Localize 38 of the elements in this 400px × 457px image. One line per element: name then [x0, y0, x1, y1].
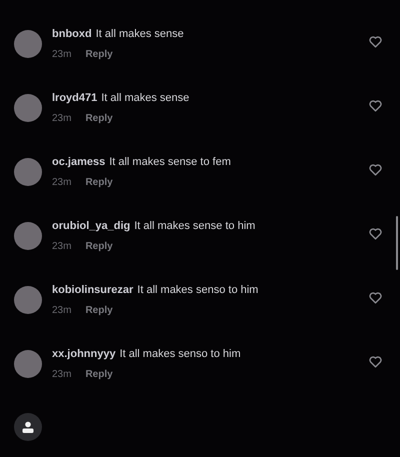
- avatar[interactable]: [14, 30, 42, 58]
- reply-link[interactable]: Reply: [85, 305, 113, 316]
- comment-time: 23m: [52, 49, 72, 60]
- comment-text: It all makes senso to him: [120, 348, 241, 360]
- username[interactable]: kobiolinsurezar: [52, 284, 134, 296]
- username[interactable]: orubiol_ya_dig: [52, 220, 130, 232]
- comment-text: It all makes sense: [96, 28, 184, 40]
- avatar[interactable]: [14, 158, 42, 186]
- comment-text: It all makes sense to fem: [109, 156, 231, 168]
- reply-link[interactable]: Reply: [85, 113, 113, 124]
- reply-link[interactable]: Reply: [85, 241, 113, 252]
- reply-link[interactable]: Reply: [85, 49, 113, 60]
- comment-time: 23m: [52, 113, 72, 124]
- comment-time: 23m: [52, 177, 72, 188]
- username[interactable]: lroyd471: [52, 92, 98, 104]
- heart-icon[interactable]: [369, 36, 382, 48]
- heart-icon[interactable]: [369, 228, 382, 240]
- heart-icon[interactable]: [369, 292, 382, 304]
- user-icon[interactable]: [22, 421, 34, 433]
- heart-icon[interactable]: [369, 356, 382, 368]
- username[interactable]: oc.jamess: [52, 156, 106, 168]
- comment-time: 23m: [52, 241, 72, 252]
- comment-text: It all makes sense: [101, 92, 190, 104]
- scrollbar[interactable]: [396, 216, 398, 270]
- comment-text: It all makes senso to him: [137, 284, 258, 296]
- comment-time: 23m: [52, 305, 72, 316]
- heart-icon[interactable]: [369, 164, 382, 176]
- reply-link[interactable]: Reply: [85, 177, 113, 188]
- username[interactable]: bnboxd: [52, 28, 92, 40]
- username[interactable]: xx.johnnyyy: [52, 348, 116, 360]
- avatar[interactable]: [14, 286, 42, 314]
- avatar[interactable]: [14, 222, 42, 250]
- comment-time: 23m: [52, 369, 72, 380]
- heart-icon[interactable]: [369, 100, 382, 112]
- comment-text: It all makes sense to him: [134, 220, 256, 232]
- avatar[interactable]: [14, 94, 42, 122]
- reply-link[interactable]: Reply: [85, 369, 113, 380]
- avatar[interactable]: [14, 350, 42, 378]
